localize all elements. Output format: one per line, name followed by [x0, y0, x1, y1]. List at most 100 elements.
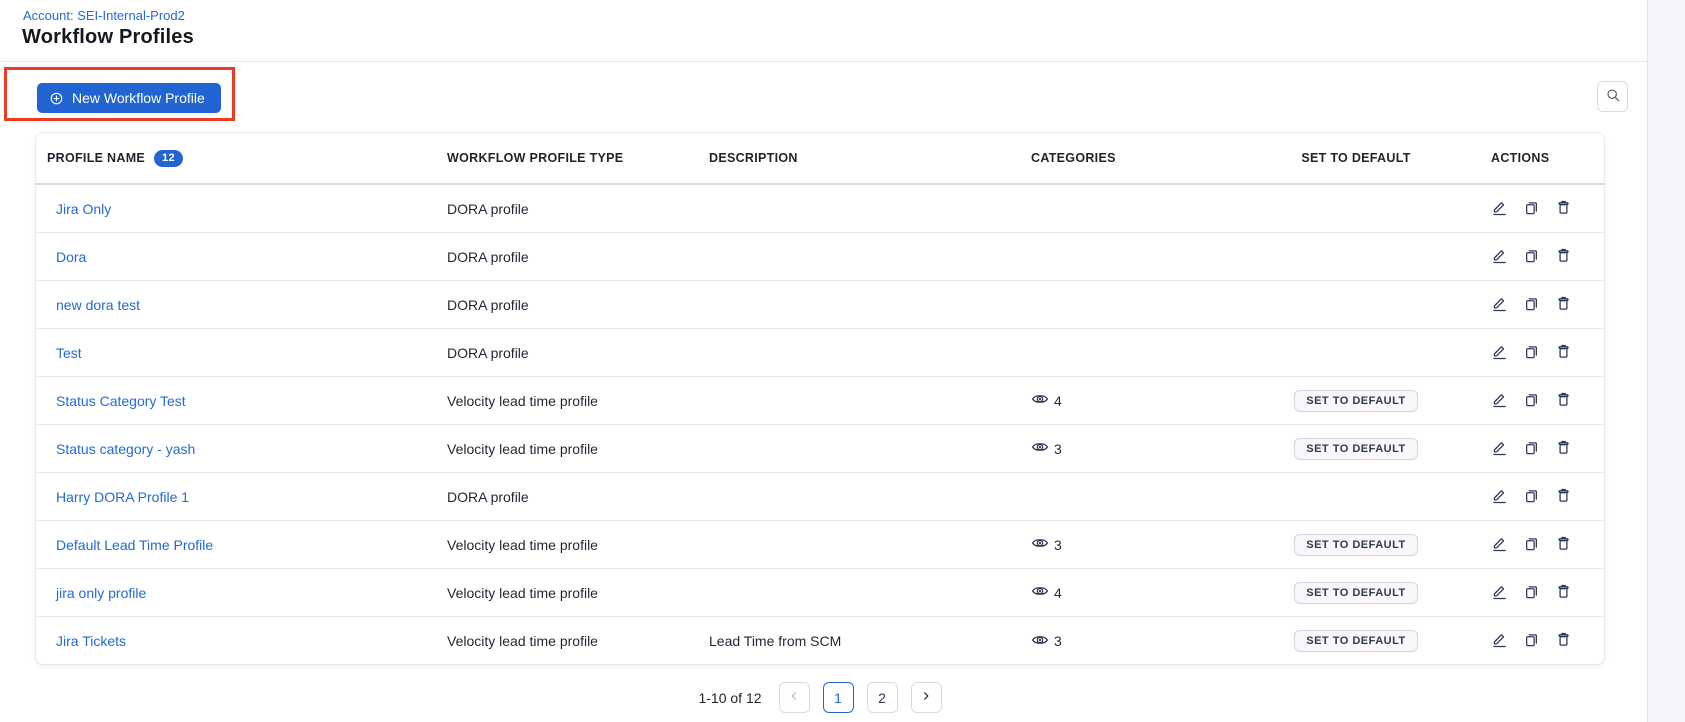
actions-cell: [1461, 199, 1604, 219]
eye-icon: [1031, 582, 1049, 603]
table-row: Status category - yash Velocity lead tim…: [36, 425, 1604, 473]
set-to-default-cell: SET TO DEFAULT: [1251, 582, 1461, 604]
table-row: Default Lead Time Profile Velocity lead …: [36, 521, 1604, 569]
actions-cell: [1461, 295, 1604, 315]
table-row: Jira Only DORA profile: [36, 185, 1604, 233]
pagination-prev-button[interactable]: [779, 682, 810, 713]
profile-name-link[interactable]: Default Lead Time Profile: [56, 537, 213, 553]
table-header-row: PROFILE NAME 12 WORKFLOW PROFILE TYPE DE…: [36, 133, 1604, 185]
profile-name-link[interactable]: Jira Only: [56, 201, 111, 217]
edit-button[interactable]: [1491, 439, 1508, 459]
set-to-default-badge[interactable]: SET TO DEFAULT: [1294, 582, 1418, 604]
categories-count: 3: [1054, 537, 1062, 553]
edit-button[interactable]: [1491, 535, 1508, 555]
copy-button[interactable]: [1523, 487, 1540, 507]
eye-icon: [1031, 534, 1049, 555]
copy-icon: [1523, 247, 1540, 267]
set-to-default-cell: SET TO DEFAULT: [1251, 630, 1461, 652]
edit-button[interactable]: [1491, 247, 1508, 267]
set-to-default-cell: SET TO DEFAULT: [1251, 390, 1461, 412]
delete-button[interactable]: [1555, 343, 1572, 363]
right-background-strip: [1647, 0, 1685, 722]
copy-button[interactable]: [1523, 247, 1540, 267]
delete-button[interactable]: [1555, 487, 1572, 507]
profile-name-cell: Status Category Test: [36, 393, 447, 409]
pagination-next-button[interactable]: [911, 682, 942, 713]
chevron-right-icon: [919, 689, 933, 706]
table-row: Status Category Test Velocity lead time …: [36, 377, 1604, 425]
eye-icon: [1031, 438, 1049, 459]
edit-button[interactable]: [1491, 295, 1508, 315]
profile-name-link[interactable]: new dora test: [56, 297, 140, 313]
edit-button[interactable]: [1491, 583, 1508, 603]
profile-name-link[interactable]: Dora: [56, 249, 86, 265]
actions-cell: [1461, 631, 1604, 651]
profile-name-cell: jira only profile: [36, 585, 447, 601]
trash-icon: [1555, 247, 1572, 267]
profile-name-cell: Default Lead Time Profile: [36, 537, 447, 553]
delete-button[interactable]: [1555, 535, 1572, 555]
edit-button[interactable]: [1491, 487, 1508, 507]
set-to-default-badge[interactable]: SET TO DEFAULT: [1294, 390, 1418, 412]
profile-name-link[interactable]: Harry DORA Profile 1: [56, 489, 189, 505]
profile-name-link[interactable]: Test: [56, 345, 82, 361]
pagination-page-1-button[interactable]: 1: [823, 682, 854, 713]
actions-cell: [1461, 439, 1604, 459]
column-header-set-to-default: SET TO DEFAULT: [1251, 151, 1461, 165]
copy-button[interactable]: [1523, 535, 1540, 555]
table-row: jira only profile Velocity lead time pro…: [36, 569, 1604, 617]
copy-icon: [1523, 199, 1540, 219]
copy-button[interactable]: [1523, 199, 1540, 219]
categories-value: 3: [1031, 534, 1251, 555]
delete-button[interactable]: [1555, 295, 1572, 315]
profiles-table: PROFILE NAME 12 WORKFLOW PROFILE TYPE DE…: [35, 132, 1605, 665]
profile-name-link[interactable]: Status category - yash: [56, 441, 195, 457]
copy-icon: [1523, 535, 1540, 555]
new-workflow-profile-button[interactable]: New Workflow Profile: [37, 83, 221, 113]
profile-name-link[interactable]: Jira Tickets: [56, 633, 126, 649]
set-to-default-badge[interactable]: SET TO DEFAULT: [1294, 438, 1418, 460]
copy-button[interactable]: [1523, 391, 1540, 411]
delete-button[interactable]: [1555, 391, 1572, 411]
copy-icon: [1523, 343, 1540, 363]
profile-type: Velocity lead time profile: [447, 633, 709, 649]
copy-button[interactable]: [1523, 439, 1540, 459]
profile-name-cell: new dora test: [36, 297, 447, 313]
pagination: 1-10 of 12 1 2: [35, 682, 1605, 713]
profile-type: Velocity lead time profile: [447, 537, 709, 553]
edit-pencil-icon: [1491, 199, 1508, 219]
table-body: Jira Only DORA profile: [36, 185, 1604, 665]
copy-button[interactable]: [1523, 631, 1540, 651]
profile-name-link[interactable]: jira only profile: [56, 585, 146, 601]
delete-button[interactable]: [1555, 631, 1572, 651]
copy-button[interactable]: [1523, 343, 1540, 363]
edit-button[interactable]: [1491, 199, 1508, 219]
edit-button[interactable]: [1491, 391, 1508, 411]
edit-button[interactable]: [1491, 631, 1508, 651]
magnifier-icon: [1605, 87, 1621, 106]
search-button[interactable]: [1597, 81, 1628, 112]
set-to-default-cell: SET TO DEFAULT: [1251, 438, 1461, 460]
eye-icon: [1031, 631, 1049, 652]
profile-type: DORA profile: [447, 201, 709, 217]
delete-button[interactable]: [1555, 247, 1572, 267]
trash-icon: [1555, 439, 1572, 459]
copy-icon: [1523, 391, 1540, 411]
copy-icon: [1523, 583, 1540, 603]
set-to-default-badge[interactable]: SET TO DEFAULT: [1294, 630, 1418, 652]
profile-name-cell: Jira Only: [36, 201, 447, 217]
profile-name-header-label: PROFILE NAME: [47, 151, 145, 165]
delete-button[interactable]: [1555, 439, 1572, 459]
copy-button[interactable]: [1523, 583, 1540, 603]
profile-name-link[interactable]: Status Category Test: [56, 393, 186, 409]
categories-count: 4: [1054, 393, 1062, 409]
copy-button[interactable]: [1523, 295, 1540, 315]
trash-icon: [1555, 391, 1572, 411]
set-to-default-badge[interactable]: SET TO DEFAULT: [1294, 534, 1418, 556]
delete-button[interactable]: [1555, 583, 1572, 603]
edit-button[interactable]: [1491, 343, 1508, 363]
edit-pencil-icon: [1491, 295, 1508, 315]
pagination-page-2-button[interactable]: 2: [867, 682, 898, 713]
trash-icon: [1555, 631, 1572, 651]
delete-button[interactable]: [1555, 199, 1572, 219]
